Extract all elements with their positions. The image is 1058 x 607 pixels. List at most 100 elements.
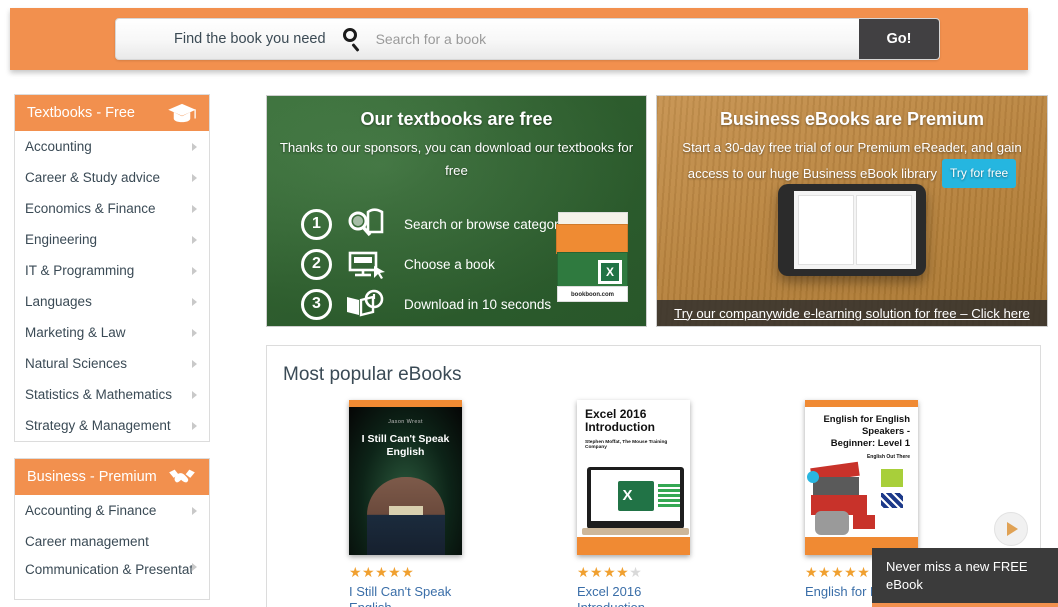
sidebar-item-label: Accounting & Finance bbox=[25, 503, 157, 518]
book-clock-icon bbox=[344, 288, 388, 320]
step-number: 1 bbox=[301, 208, 332, 240]
sidebar-item-statistics-mathematics[interactable]: Statistics & Mathematics bbox=[15, 379, 209, 410]
sidebar-item-strategy-management[interactable]: Strategy & Management bbox=[15, 410, 209, 441]
book-stack-image: X bookboon.com bbox=[556, 212, 630, 304]
tablet-ereader-image bbox=[778, 184, 926, 276]
sidebar-item-label: Economics & Finance bbox=[25, 201, 156, 216]
chevron-right-icon bbox=[192, 143, 197, 151]
chevron-right-icon bbox=[192, 507, 197, 515]
sidebar-header-textbooks: Textbooks - Free bbox=[15, 95, 209, 131]
sidebar-item-career-management[interactable]: Career management bbox=[15, 526, 209, 557]
premium-banner-footer-link-bar[interactable]: Try our companywide e-learning solution … bbox=[657, 300, 1047, 326]
chevron-right-icon bbox=[192, 174, 197, 182]
sidebar-item-economics-finance[interactable]: Economics & Finance bbox=[15, 193, 209, 224]
facebook-follow-popup[interactable]: Never miss a new FREE eBook Follow us on… bbox=[872, 548, 1058, 607]
ebook-card[interactable]: Excel 2016 Introduction Stephen Moffat, … bbox=[577, 400, 697, 607]
chevron-right-icon bbox=[192, 267, 197, 275]
rating-star-half: ★ bbox=[629, 564, 643, 580]
section-heading: Most popular eBooks bbox=[283, 364, 462, 385]
promo-banner-free-textbooks[interactable]: Our textbooks are free Thanks to our spo… bbox=[266, 95, 647, 327]
laptop-base bbox=[582, 528, 689, 535]
search-input[interactable] bbox=[375, 19, 859, 59]
cover-tape-illustration bbox=[388, 506, 423, 515]
sidebar-item-label: Statistics & Mathematics bbox=[25, 387, 173, 402]
cover-top-bar bbox=[805, 400, 918, 407]
sidebar-item-communication-presentation[interactable]: Communication & Presentation bbox=[15, 557, 209, 599]
search-go-button[interactable]: Go! bbox=[859, 19, 939, 59]
banner-subtitle: Thanks to our sponsors, you can download… bbox=[279, 140, 634, 178]
sidebar-item-label: Engineering bbox=[25, 232, 98, 247]
laptop-illustration bbox=[582, 467, 689, 535]
sidebar-item-it-programming[interactable]: IT & Programming bbox=[15, 255, 209, 286]
ebook-title-link[interactable]: Excel 2016 Introduction bbox=[577, 584, 697, 607]
tablet-screen bbox=[794, 191, 916, 269]
step-text: Search or browse categories bbox=[404, 216, 576, 232]
chevron-right-icon bbox=[192, 391, 197, 399]
sidebar-header-label: Textbooks - Free bbox=[27, 105, 135, 121]
cover-author: Jason Wrest bbox=[388, 419, 423, 425]
cover-face-illustration bbox=[366, 477, 445, 555]
sidebar-item-accounting[interactable]: Accounting bbox=[15, 131, 209, 162]
sidebar-panel-business: Business - Premium Accounting & Finance … bbox=[14, 458, 210, 600]
banner-subtitle: Start a 30-day free trial of our Premium… bbox=[669, 136, 1035, 188]
ebook-cover[interactable]: English for English Speakers - Beginner:… bbox=[805, 400, 918, 555]
step-number: 3 bbox=[301, 288, 332, 320]
cover-artwork: Excel 2016 Introduction Stephen Moffat, … bbox=[577, 400, 690, 555]
monitor-choose-icon bbox=[344, 248, 388, 280]
laptop-screen bbox=[591, 470, 680, 521]
chevron-right-icon bbox=[192, 298, 197, 306]
handshake-icon bbox=[167, 466, 197, 488]
promo-banner-row: Our textbooks are free Thanks to our spo… bbox=[266, 95, 1048, 327]
sidebar-item-marketing-law[interactable]: Marketing & Law bbox=[15, 317, 209, 348]
top-search-bar: Find the book you need Go! bbox=[10, 8, 1028, 70]
chevron-right-icon bbox=[192, 360, 197, 368]
step-number: 2 bbox=[301, 248, 332, 280]
step-text: Choose a book bbox=[404, 256, 495, 272]
elearning-solution-link[interactable]: Try our companywide e-learning solution … bbox=[674, 306, 1030, 321]
cover-artwork: English for English Speakers - Beginner:… bbox=[805, 407, 918, 555]
tablet-page-left bbox=[798, 195, 855, 265]
banner-title: Our textbooks are free bbox=[360, 109, 553, 129]
sidebar-item-label: Career management bbox=[25, 534, 149, 549]
sidebar-item-natural-sciences[interactable]: Natural Sciences bbox=[15, 348, 209, 379]
search-icon bbox=[340, 26, 366, 52]
graduation-cap-icon bbox=[167, 102, 197, 124]
cover-title: English for English Speakers - Beginner:… bbox=[823, 414, 910, 449]
sidebar-header-business: Business - Premium bbox=[15, 459, 209, 495]
ebook-cover[interactable]: Excel 2016 Introduction Stephen Moffat, … bbox=[577, 400, 690, 555]
banner-title: Business eBooks are Premium bbox=[719, 109, 985, 129]
sidebar-item-label: Languages bbox=[25, 294, 92, 309]
facebook-popup-line1: Never miss a new FREE eBook bbox=[886, 559, 1028, 592]
sidebar-item-label: Marketing & Law bbox=[25, 325, 126, 340]
sidebar-item-label: Career & Study advice bbox=[25, 170, 161, 185]
sidebar-item-languages[interactable]: Languages bbox=[15, 286, 209, 317]
sidebar-panel-textbooks: Textbooks - Free Accounting Career & Stu… bbox=[14, 94, 210, 442]
chevron-right-icon bbox=[192, 236, 197, 244]
cover-artwork: Jason Wrest I Still Can't Speak English bbox=[349, 407, 462, 555]
ebook-cover[interactable]: Jason Wrest I Still Can't Speak English bbox=[349, 400, 462, 555]
tablet-page-right bbox=[855, 195, 912, 265]
sidebar-list-business: Accounting & Finance Career management C… bbox=[15, 495, 209, 599]
promo-banner-premium[interactable]: Business eBooks are Premium Start a 30-d… bbox=[656, 95, 1048, 327]
sidebar-list-textbooks: Accounting Career & Study advice Economi… bbox=[15, 131, 209, 441]
sidebar-header-label: Business - Premium bbox=[27, 469, 157, 485]
sidebar-item-career-study-advice[interactable]: Career & Study advice bbox=[15, 162, 209, 193]
excel-logo-icon bbox=[617, 480, 680, 511]
ebook-title-link[interactable]: I Still Can't Speak English bbox=[349, 584, 469, 607]
cover-title: Excel 2016 Introduction bbox=[585, 407, 655, 434]
carousel-next-button[interactable] bbox=[994, 512, 1028, 546]
sidebar-item-accounting-finance[interactable]: Accounting & Finance bbox=[15, 495, 209, 526]
chevron-right-icon bbox=[192, 205, 197, 213]
cover-author: Stephen Moffat, The Mouse Training Compa… bbox=[585, 440, 668, 450]
chevron-right-icon bbox=[192, 563, 197, 571]
ebook-card[interactable]: Jason Wrest I Still Can't Speak English … bbox=[349, 400, 469, 607]
search-hint-label: Find the book you need bbox=[174, 31, 326, 47]
sidebar-item-label: Accounting bbox=[25, 139, 92, 154]
sidebar: Textbooks - Free Accounting Career & Stu… bbox=[14, 94, 210, 607]
try-for-free-badge[interactable]: Try for free bbox=[942, 159, 1017, 188]
chevron-right-icon bbox=[192, 422, 197, 430]
search-container[interactable]: Find the book you need Go! bbox=[115, 18, 940, 60]
chevron-right-icon bbox=[1007, 522, 1018, 536]
sidebar-item-engineering[interactable]: Engineering bbox=[15, 224, 209, 255]
sidebar-item-label: Natural Sciences bbox=[25, 356, 128, 371]
